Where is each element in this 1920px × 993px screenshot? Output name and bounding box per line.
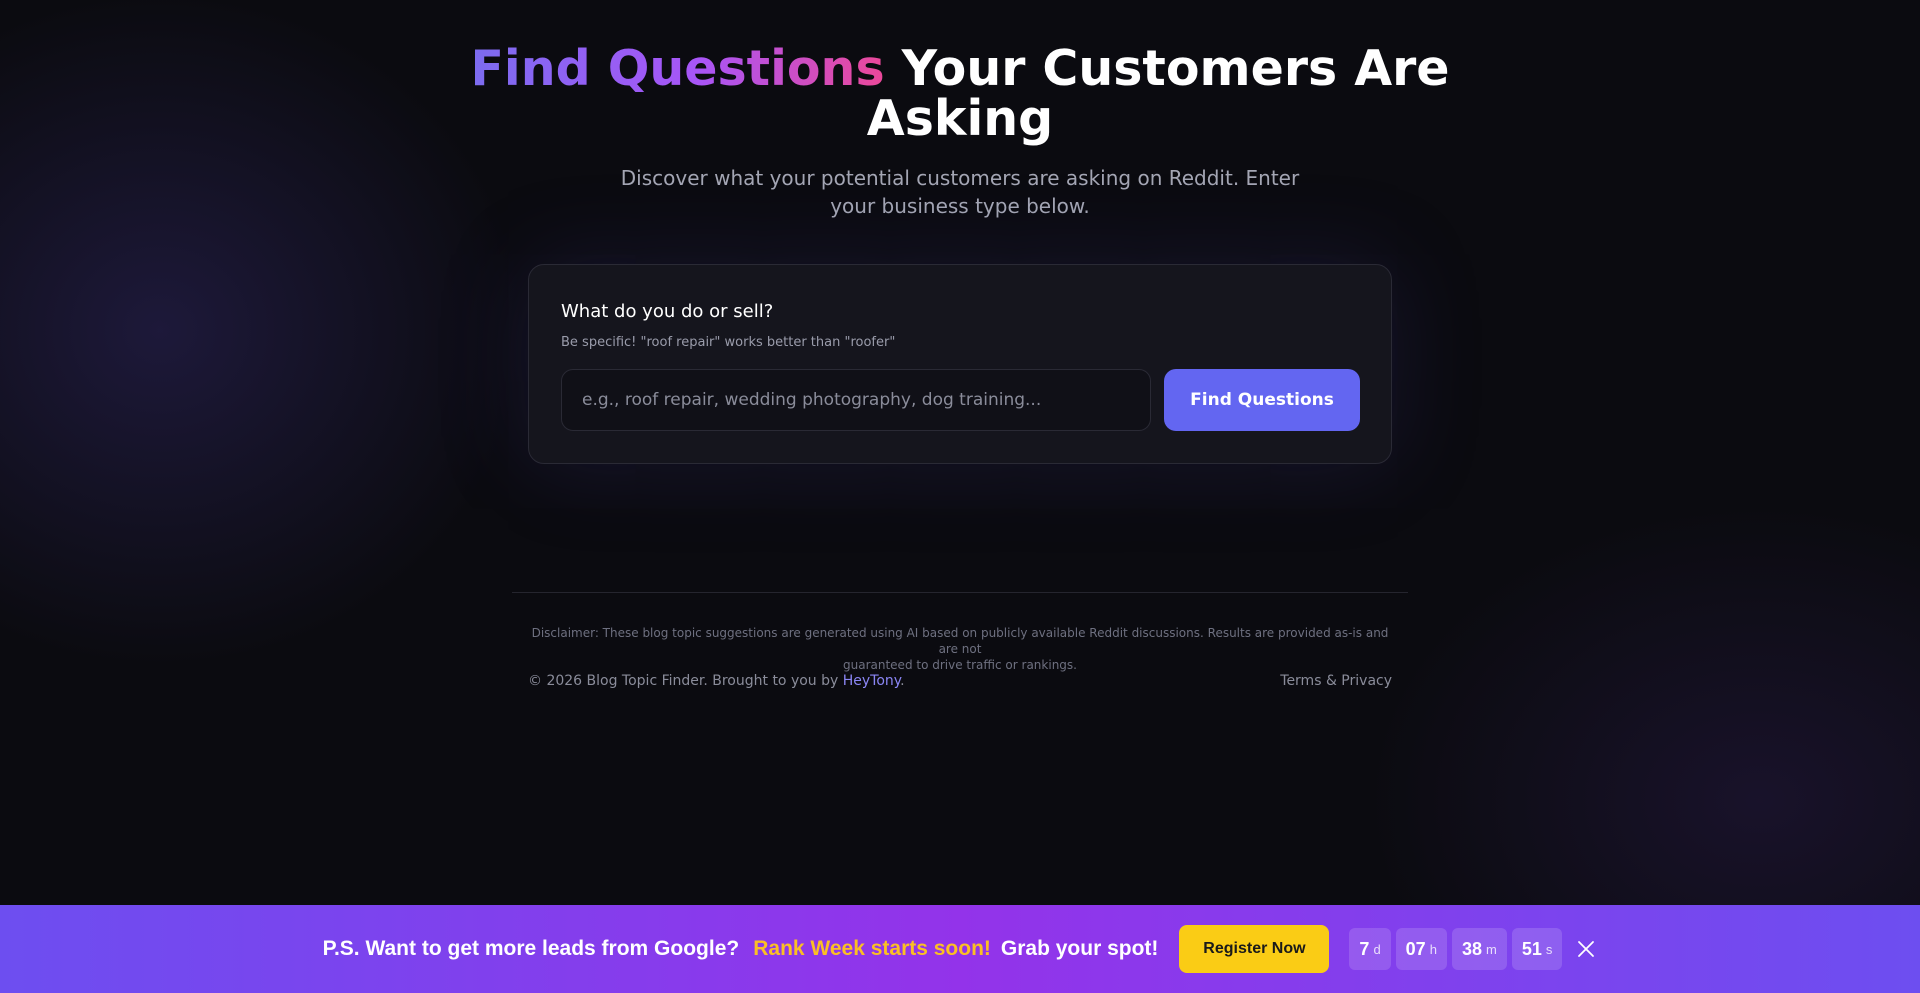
close-banner-button[interactable] (1575, 938, 1597, 960)
terms-privacy-link[interactable]: Terms & Privacy (1280, 673, 1392, 689)
countdown-days-value: 7 (1359, 938, 1370, 959)
banner-text-end: Grab your spot! (1000, 937, 1159, 960)
countdown-minutes-unit: m (1485, 941, 1497, 957)
heytony-link[interactable]: HeyTony (843, 673, 900, 689)
countdown-minutes-value: 38 (1461, 938, 1482, 959)
footer-divider (512, 592, 1408, 593)
business-type-input[interactable] (561, 369, 1151, 431)
countdown-days: 7 d (1349, 928, 1391, 970)
headline-line2: Asking (866, 90, 1054, 147)
copyright-text: © 2026 Blog Topic Finder. Brought to you… (528, 673, 839, 689)
disclaimer: Disclaimer: These blog topic suggestions… (528, 625, 1392, 673)
form-hint: Be specific! "roof repair" works better … (561, 335, 896, 350)
subtitle-line2: your business type below. (830, 194, 1090, 218)
promo-banner: P.S. Want to get more leads from Google?… (0, 905, 1920, 993)
countdown-seconds-value: 51 (1521, 938, 1542, 959)
footer: © 2026 Blog Topic Finder. Brought to you… (528, 673, 1392, 689)
headline-highlight: Find Questions (470, 40, 885, 97)
subtitle-line1: Discover what your potential customers a… (620, 166, 1300, 190)
register-now-button[interactable]: Register Now (1179, 925, 1330, 973)
page-title: Find Questions Your Customers Are Asking (0, 44, 1920, 144)
disclaimer-line1: Disclaimer: These blog topic suggestions… (531, 626, 1389, 656)
headline-rest: Your Customers Are (901, 40, 1450, 97)
form-label: What do you do or sell? (561, 301, 774, 322)
countdown-minutes: 38 m (1451, 928, 1507, 970)
find-questions-button[interactable]: Find Questions (1164, 369, 1360, 431)
countdown-seconds-unit: s (1545, 941, 1553, 957)
page-subtitle: Discover what your potential customers a… (610, 164, 1310, 220)
copyright-period: . (900, 673, 905, 689)
countdown-hours: 07 h (1395, 928, 1447, 970)
countdown-timer: 7 d 07 h 38 m 51 s (1349, 928, 1567, 970)
disclaimer-line2: guaranteed to drive traffic or rankings. (843, 658, 1077, 672)
close-icon (1578, 941, 1595, 957)
banner-highlight: Rank Week starts soon! (753, 937, 991, 960)
page: Find Questions Your Customers Are Asking… (0, 0, 1920, 993)
search-card: What do you do or sell? Be specific! "ro… (528, 264, 1392, 464)
copyright: © 2026 Blog Topic Finder. Brought to you… (528, 673, 905, 689)
hero-section: Find Questions Your Customers Are Asking… (0, 44, 1920, 220)
countdown-seconds: 51 s (1511, 928, 1563, 970)
countdown-hours-unit: h (1429, 941, 1437, 957)
countdown-days-unit: d (1373, 941, 1381, 957)
countdown-hours-value: 07 (1405, 938, 1426, 959)
banner-text-start: P.S. Want to get more leads from Google? (322, 937, 740, 960)
